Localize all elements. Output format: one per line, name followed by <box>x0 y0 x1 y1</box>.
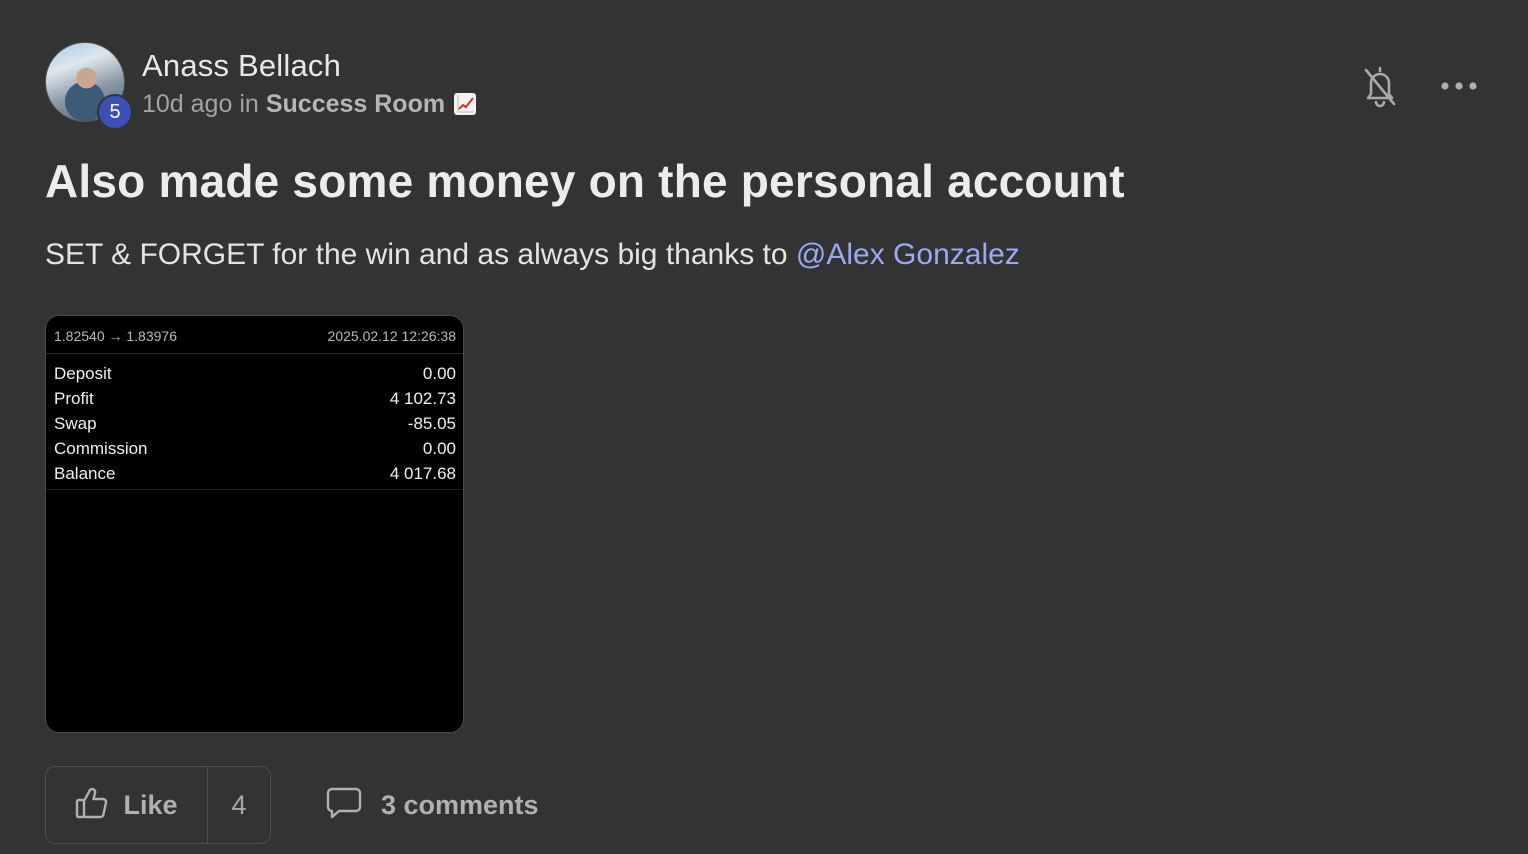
like-group: Like 4 <box>45 766 271 844</box>
post-header: 5 Anass Bellach 10d ago in Success Room <box>45 42 477 130</box>
avatar[interactable]: 5 <box>45 42 133 130</box>
summary-table: Deposit 0.00 Profit 4 102.73 Swap -85.05… <box>54 361 456 486</box>
summary-label: Profit <box>54 388 94 408</box>
attachment-image[interactable]: ··········· 1.82540 → 1.83976 2025.02.12… <box>45 315 464 733</box>
thumbs-up-icon <box>75 787 109 824</box>
summary-label: Deposit <box>54 363 112 383</box>
more-options-icon[interactable] <box>1438 72 1480 100</box>
post-actions: Like 4 3 comments <box>45 766 539 844</box>
summary-row: Commission 0.00 <box>54 436 456 461</box>
comments-button[interactable]: 3 comments <box>325 786 539 825</box>
post-subline: 10d ago in Success Room <box>142 88 477 120</box>
summary-row: Swap -85.05 <box>54 411 456 436</box>
trade-datetime: 2025.02.12 12:26:38 <box>327 328 456 344</box>
summary-value: -85.05 <box>407 413 456 433</box>
post-title: Also made some money on the personal acc… <box>45 155 1125 207</box>
comments-label: 3 comments <box>381 789 539 820</box>
group-link[interactable]: Success Room <box>266 88 445 120</box>
summary-value: 4 102.73 <box>389 388 456 408</box>
summary-row: Balance 4 017.68 <box>54 461 456 486</box>
author-name[interactable]: Anass Bellach <box>142 48 476 84</box>
trade-route: 1.82540 → 1.83976 <box>54 328 177 344</box>
trade-route-row: 1.82540 → 1.83976 2025.02.12 12:26:38 <box>46 316 463 354</box>
post-time[interactable]: 10d ago <box>142 88 232 120</box>
like-count[interactable]: 4 <box>208 767 270 843</box>
in-word: in <box>239 90 259 118</box>
post-body-text: SET & FORGET for the win and as always b… <box>45 238 796 271</box>
bell-off-icon[interactable] <box>1360 64 1400 108</box>
summary-label: Swap <box>54 413 97 433</box>
divider <box>46 489 463 490</box>
summary-value: 0.00 <box>422 363 456 383</box>
like-button[interactable]: Like <box>46 767 208 843</box>
post-meta: Anass Bellach 10d ago in Success Room <box>142 48 477 120</box>
summary-value: 0.00 <box>422 438 456 458</box>
chart-increasing-emoji <box>454 93 477 115</box>
summary-label: Balance <box>54 463 116 483</box>
summary-label: Commission <box>54 438 148 458</box>
summary-row: Deposit 0.00 <box>54 361 456 386</box>
level-number: 5 <box>109 100 121 123</box>
level-badge: 5 <box>97 94 133 130</box>
summary-value: 4 017.68 <box>389 463 456 483</box>
comment-icon <box>325 786 363 825</box>
post-body: SET & FORGET for the win and as always b… <box>45 238 1020 272</box>
mention-link[interactable]: @Alex Gonzalez <box>796 238 1020 271</box>
summary-row: Profit 4 102.73 <box>54 386 456 411</box>
like-label: Like <box>123 789 178 820</box>
